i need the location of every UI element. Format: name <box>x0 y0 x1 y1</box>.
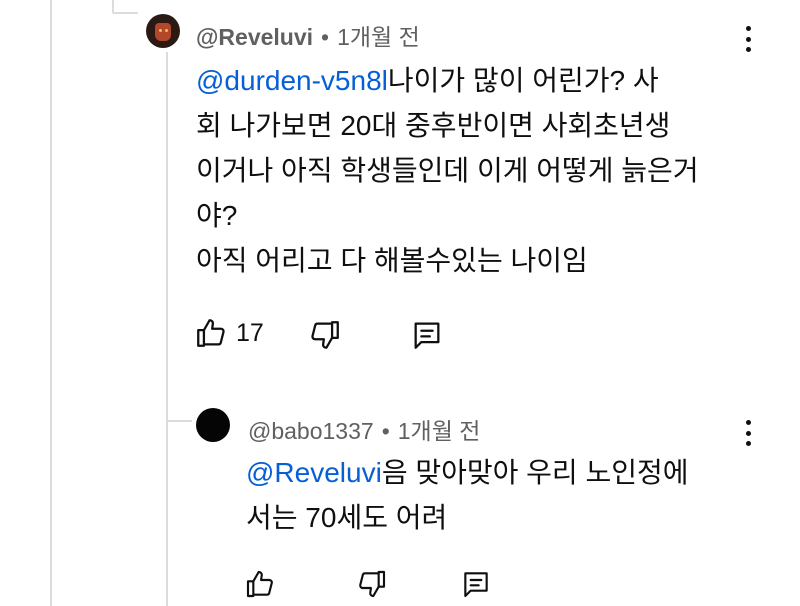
mention-link[interactable]: @durden-v5n8l <box>196 65 388 96</box>
separator-dot: • <box>321 24 330 50</box>
thumbs-down-icon <box>311 321 339 349</box>
reply-icon <box>414 322 440 349</box>
like-count: 17 <box>236 318 264 347</box>
mention-link[interactable]: @Reveluvi <box>246 457 382 488</box>
thumbs-up-icon <box>197 319 225 347</box>
thumbs-up-icon <box>246 570 273 598</box>
more-vert-icon[interactable] <box>746 420 752 446</box>
reply-text-line: 음 맞아맞아 우리 노인정에 <box>381 457 689 488</box>
avatar[interactable] <box>146 14 180 48</box>
comment-header: @Reveluvi • 1개월 전 <box>196 18 420 52</box>
author-handle[interactable]: @Reveluvi <box>196 24 313 50</box>
dislike-button[interactable] <box>356 568 388 600</box>
comment-text-line: 야? <box>196 200 238 231</box>
reply-header: @babo1337 • 1개월 전 <box>248 412 480 446</box>
thumbs-down-icon <box>359 570 386 598</box>
more-vert-icon[interactable] <box>746 26 752 52</box>
timestamp[interactable]: 1개월 전 <box>398 418 481 444</box>
author-handle[interactable]: @babo1337 <box>248 418 374 444</box>
reply-button[interactable] <box>460 568 492 600</box>
reply-icon <box>464 572 488 598</box>
thread-line <box>112 0 114 12</box>
reply-text: @Reveluvi음 맞아맞아 우리 노인정에 서는 70세도 어려 <box>246 450 766 540</box>
comment-text: @durden-v5n8l나이가 많이 어린가? 사 회 나가보면 20대 중후… <box>196 58 756 283</box>
timestamp[interactable]: 1개월 전 <box>337 24 420 50</box>
like-button[interactable]: 17 <box>194 316 264 350</box>
comment-text-line: 이거나 아직 학생들인데 이게 어떻게 늙은거 <box>196 155 699 186</box>
thread-line-branch <box>166 420 192 422</box>
avatar[interactable] <box>196 408 230 442</box>
thread-line-branch <box>112 12 138 14</box>
thread-line <box>166 52 168 606</box>
separator-dot: • <box>381 418 390 444</box>
comment-text-line: 아직 어리고 다 해볼수있는 나이임 <box>196 245 588 276</box>
comment-text-line: 나이가 많이 어린가? 사 <box>387 65 659 96</box>
dislike-button[interactable] <box>308 318 342 352</box>
reply-button[interactable] <box>410 318 444 352</box>
comment-text-line: 회 나가보면 20대 중후반이면 사회초년생 <box>196 110 671 141</box>
like-button[interactable] <box>244 568 276 600</box>
thread-line <box>50 0 52 606</box>
reply-text-line: 서는 70세도 어려 <box>246 502 448 533</box>
